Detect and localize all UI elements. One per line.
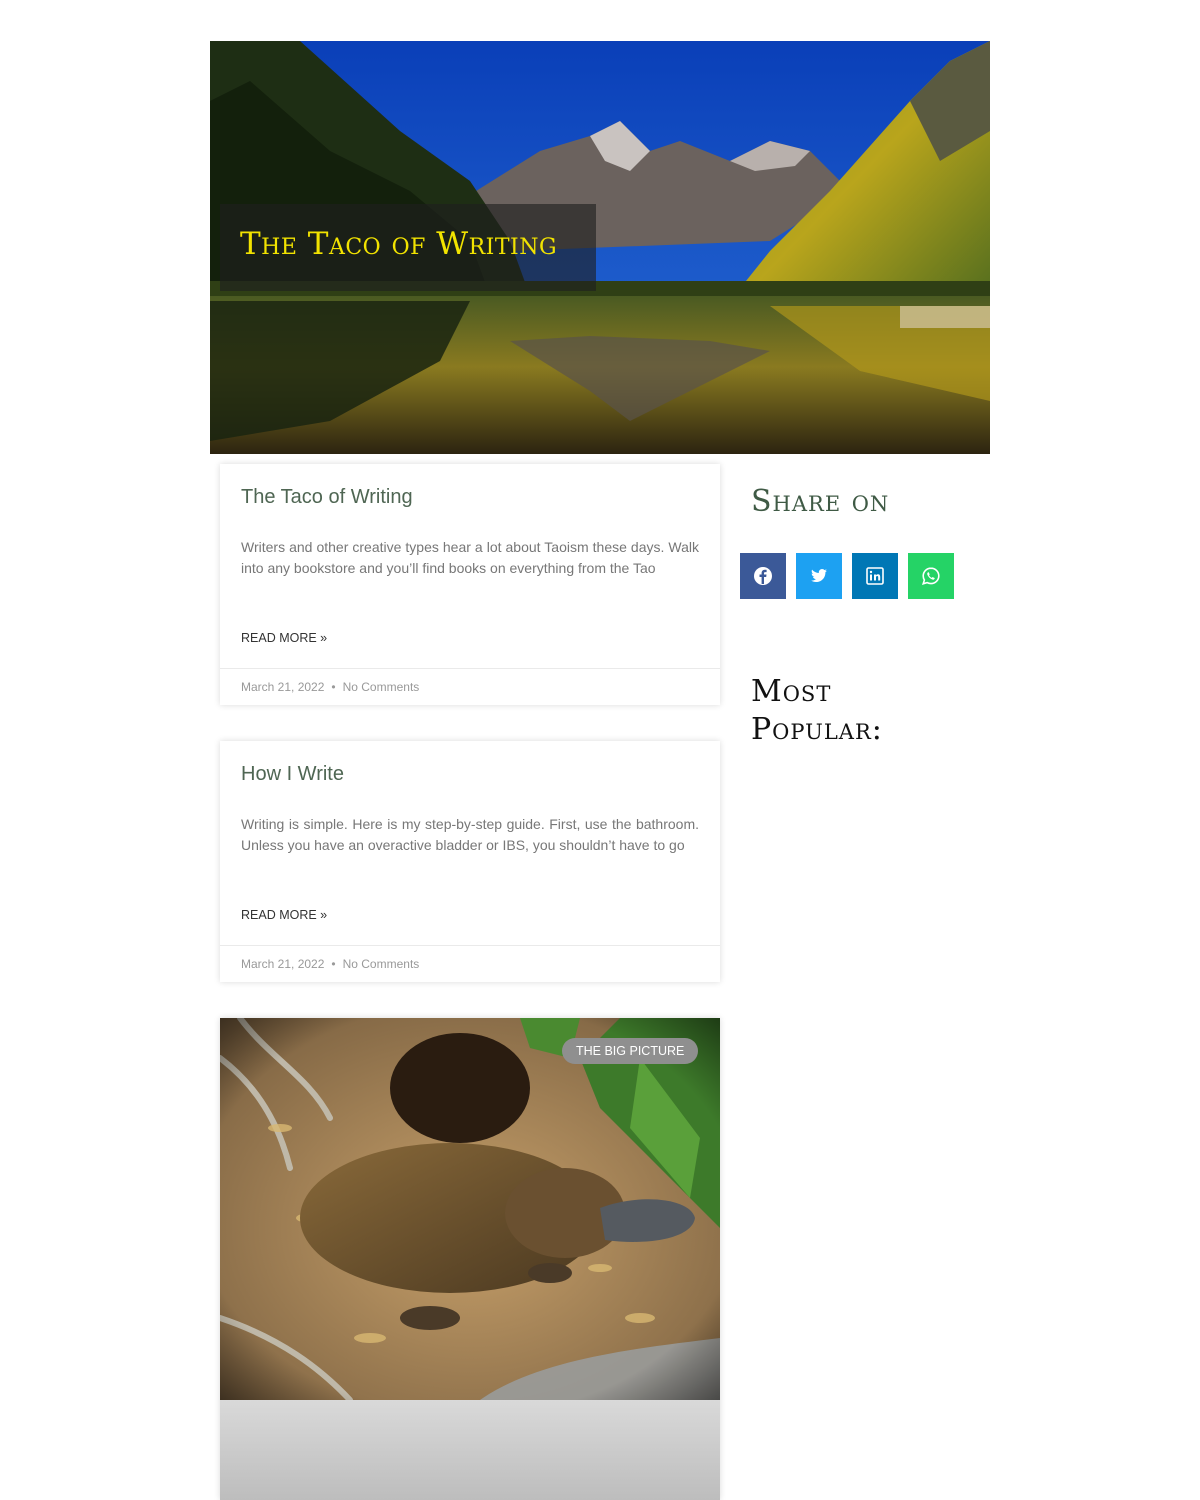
site-title[interactable]: The Taco of Writing bbox=[240, 226, 557, 262]
post-card: The Taco of Writing Writers and other cr… bbox=[220, 464, 720, 705]
twitter-share-button[interactable] bbox=[796, 553, 842, 599]
post-meta-footer: March 21, 2022 • No Comments bbox=[220, 668, 720, 706]
featured-post-card[interactable]: THE BIG PICTURE bbox=[220, 1018, 720, 1500]
post-comments: No Comments bbox=[342, 957, 420, 971]
read-more-link[interactable]: READ MORE » bbox=[241, 908, 327, 922]
linkedin-share-button[interactable] bbox=[852, 553, 898, 599]
facebook-share-button[interactable] bbox=[740, 553, 786, 599]
post-meta-footer: March 21, 2022 • No Comments bbox=[220, 945, 720, 983]
featured-card-body bbox=[220, 1400, 720, 1500]
post-card: How I Write Writing is simple. Here is m… bbox=[220, 741, 720, 982]
post-date: March 21, 2022 bbox=[241, 957, 325, 971]
hero-banner: The Taco of Writing bbox=[210, 41, 990, 454]
post-meta: March 21, 2022 • No Comments bbox=[241, 680, 419, 694]
hero-title-overlay: The Taco of Writing bbox=[220, 204, 596, 291]
post-title[interactable]: How I Write bbox=[241, 763, 344, 786]
most-popular-heading: Most Popular: bbox=[751, 674, 883, 747]
linkedin-icon bbox=[866, 567, 884, 585]
post-excerpt: Writers and other creative types hear a … bbox=[241, 539, 699, 577]
post-excerpt: Writing is simple. Here is my step-by-st… bbox=[241, 816, 699, 854]
meta-separator: • bbox=[331, 957, 336, 971]
whatsapp-share-button[interactable] bbox=[908, 553, 954, 599]
facebook-icon bbox=[754, 567, 772, 585]
meta-separator: • bbox=[331, 680, 336, 694]
share-heading: Share on bbox=[751, 484, 890, 519]
whatsapp-icon bbox=[921, 567, 940, 586]
category-badge[interactable]: THE BIG PICTURE bbox=[562, 1038, 699, 1064]
twitter-icon bbox=[811, 569, 827, 582]
platypus-image bbox=[220, 1018, 720, 1400]
read-more-link[interactable]: READ MORE » bbox=[241, 631, 327, 645]
post-title[interactable]: The Taco of Writing bbox=[241, 486, 413, 509]
post-date: March 21, 2022 bbox=[241, 680, 325, 694]
post-comments: No Comments bbox=[342, 680, 420, 694]
post-meta: March 21, 2022 • No Comments bbox=[241, 957, 419, 971]
